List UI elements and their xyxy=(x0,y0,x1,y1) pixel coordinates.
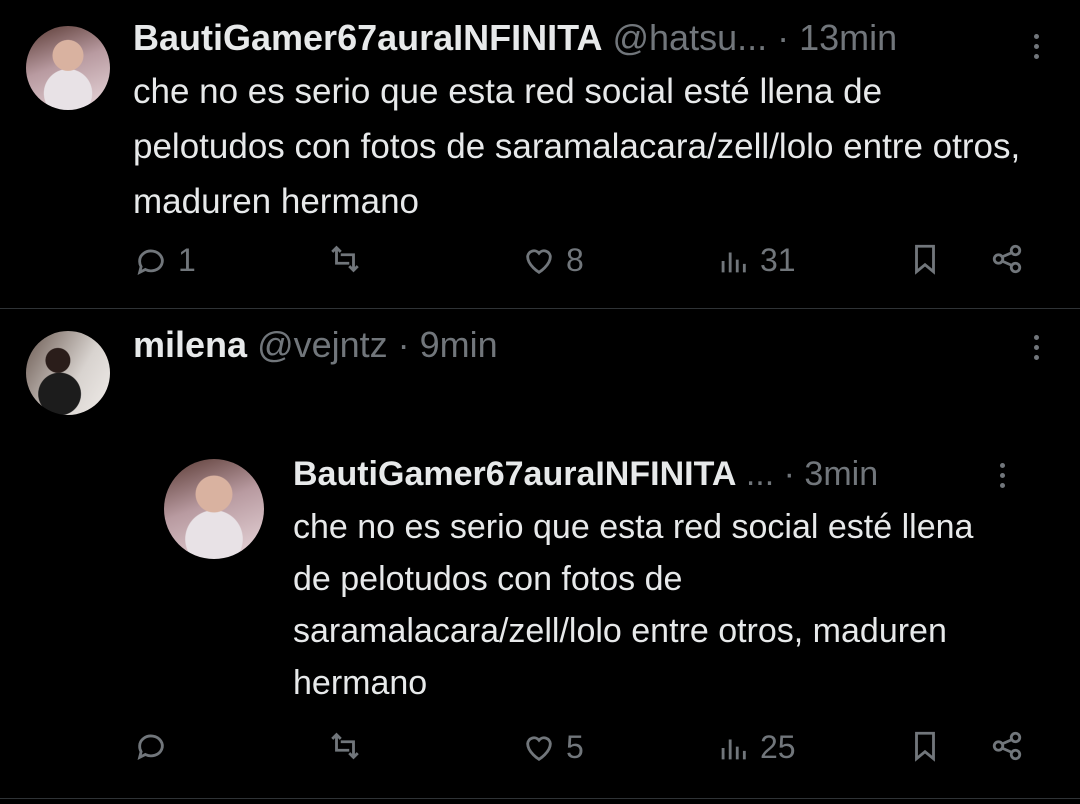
retweet-icon xyxy=(331,732,359,760)
view-count: 31 xyxy=(760,242,796,278)
like-button[interactable]: 8 xyxy=(522,242,584,279)
share-button[interactable] xyxy=(990,729,1024,763)
retweet-button[interactable] xyxy=(328,242,372,276)
view-count: 25 xyxy=(760,729,796,765)
quoted-tweet-text: che no es serio que esta red social esté… xyxy=(293,508,974,702)
quoted-more-options-icon[interactable] xyxy=(1000,463,1006,493)
user-handle[interactable]: @hatsu... xyxy=(612,17,767,58)
timestamp[interactable]: · 13min xyxy=(777,17,897,58)
reply-icon xyxy=(137,734,164,760)
quoted-name-ellipsis: ... xyxy=(745,455,775,493)
reply-button[interactable]: 1 xyxy=(134,242,196,279)
user-avatar[interactable] xyxy=(26,26,110,110)
analytics-icon xyxy=(721,739,746,759)
like-count: 5 xyxy=(566,729,584,765)
heart-icon xyxy=(526,248,552,274)
share-icon xyxy=(992,731,1022,761)
share-button[interactable] xyxy=(990,242,1024,276)
like-button[interactable]: 5 xyxy=(522,729,584,766)
tweet[interactable]: BautiGamer67auraINFINITA @hatsu... · 13m… xyxy=(0,0,1080,308)
reply-icon xyxy=(137,249,164,275)
reply-count: 1 xyxy=(178,242,196,278)
display-name[interactable]: BautiGamer67auraINFINITA xyxy=(133,17,602,58)
analytics-icon xyxy=(721,252,746,272)
quoted-display-name[interactable]: BautiGamer67auraINFINITA xyxy=(293,455,736,493)
tweet-text: che no es serio que esta red social esté… xyxy=(133,72,1021,221)
heart-icon xyxy=(526,735,552,761)
reply-button[interactable] xyxy=(134,729,178,763)
bookmark-icon xyxy=(915,731,935,762)
retweet-button[interactable] xyxy=(328,729,372,763)
quoted-user-avatar[interactable] xyxy=(164,459,264,559)
divider xyxy=(0,798,1080,799)
more-options-icon[interactable] xyxy=(1034,34,1040,64)
quoted-timestamp[interactable]: · 3min xyxy=(784,455,878,493)
views-button[interactable]: 25 xyxy=(716,729,796,766)
share-icon xyxy=(992,244,1022,274)
user-handle[interactable]: @vejntz xyxy=(257,324,388,365)
bookmark-button[interactable] xyxy=(908,729,942,763)
like-count: 8 xyxy=(566,242,584,278)
bookmark-button[interactable] xyxy=(908,242,942,276)
tweet[interactable]: milena @vejntz · 9min BautiGamer67auraIN… xyxy=(0,309,1080,804)
retweet-icon xyxy=(331,245,359,273)
timestamp[interactable]: · 9min xyxy=(398,324,498,365)
more-options-icon[interactable] xyxy=(1034,335,1040,365)
user-avatar[interactable] xyxy=(26,331,110,415)
bookmark-icon xyxy=(915,244,935,275)
views-button[interactable]: 31 xyxy=(716,242,796,279)
display-name[interactable]: milena xyxy=(133,324,247,365)
